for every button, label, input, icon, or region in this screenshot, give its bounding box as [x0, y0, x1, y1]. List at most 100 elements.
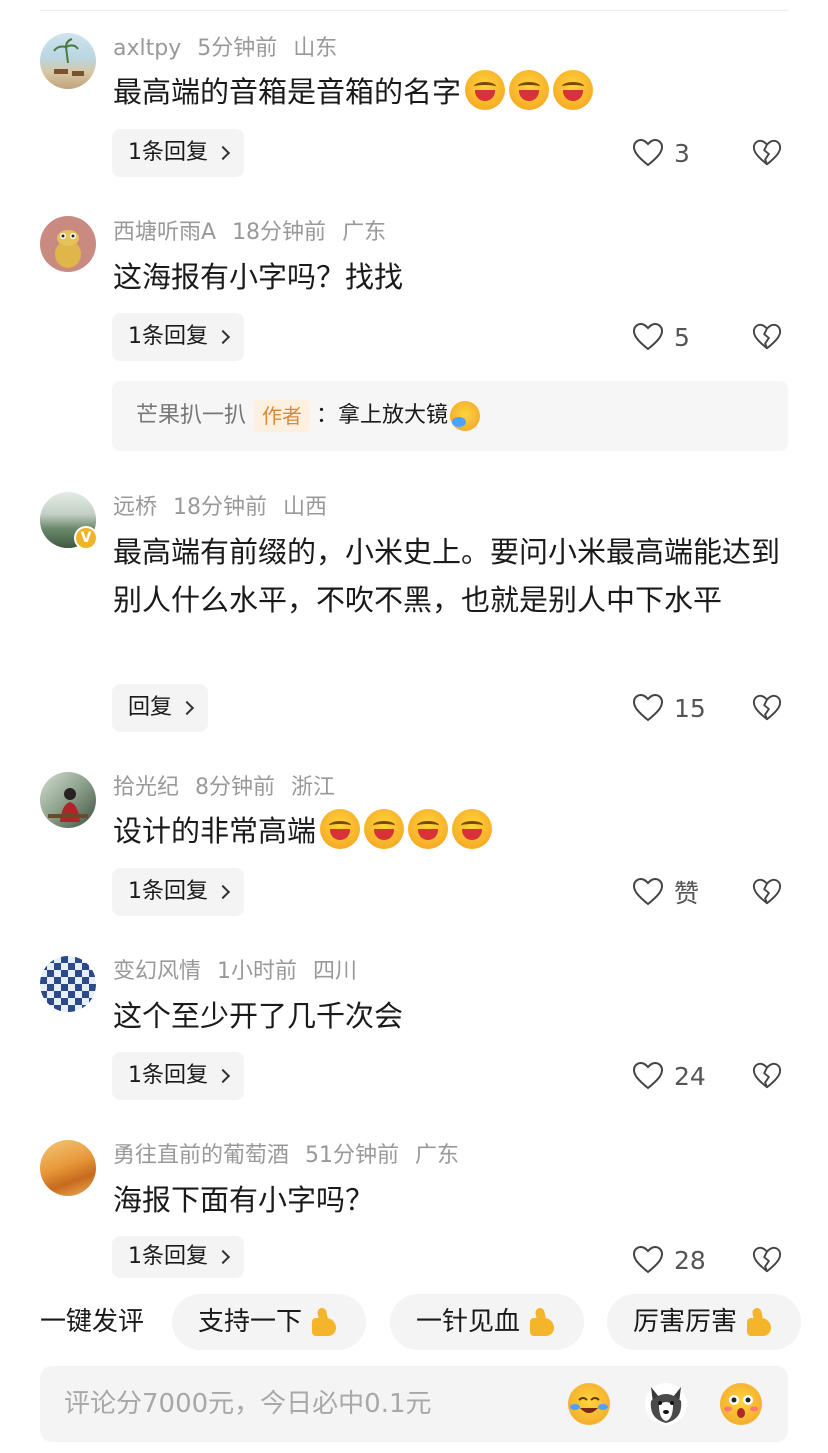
user-avatar[interactable] [40, 956, 96, 1012]
user-avatar[interactable] [40, 1140, 96, 1196]
view-replies-button[interactable]: 1条回复 [112, 313, 244, 361]
broken-heart-icon [752, 139, 782, 166]
user-avatar[interactable] [40, 216, 96, 272]
comment-location: 广东 [342, 220, 387, 245]
grinning-face-icon [553, 70, 594, 110]
grinning-face-icon [509, 70, 550, 110]
heart-icon [632, 1245, 664, 1274]
user-avatar[interactable] [40, 772, 96, 828]
comment-text: 设计的非常高端 [113, 807, 784, 855]
thumbs-up-icon [526, 1306, 558, 1338]
user-avatar[interactable]: V [40, 492, 98, 550]
view-replies-button[interactable]: 1条回复 [112, 1052, 244, 1100]
dislike-button[interactable] [752, 868, 784, 916]
like-button[interactable]: 15 [632, 684, 706, 732]
comment-meta: 西塘听雨A 18分钟前 广东 [113, 218, 402, 248]
like-button[interactable]: 3 [632, 129, 690, 177]
like-count: 24 [674, 1061, 706, 1091]
comment-text: 海报下面有小字吗？ [113, 1176, 784, 1224]
reply-button[interactable]: 回复 [112, 684, 209, 732]
top-divider [40, 10, 788, 11]
broken-heart-icon [752, 1062, 782, 1089]
heart-icon [632, 138, 664, 167]
husky-dog-face-icon[interactable] [645, 1383, 687, 1425]
username[interactable]: 勇往直前的葡萄酒 [113, 1143, 289, 1168]
comment-body: 这海报有小字吗？找找 [113, 260, 404, 294]
dislike-button[interactable] [752, 684, 784, 732]
sweating-face-icon [450, 401, 481, 431]
dislike-button[interactable] [752, 1052, 784, 1100]
dislike-button[interactable] [752, 313, 784, 361]
view-replies-button[interactable]: 1条回复 [112, 1236, 244, 1278]
quick-chip-support[interactable]: 支持一下 [172, 1294, 367, 1350]
comment-body: 海报下面有小字吗？ [113, 1183, 375, 1217]
grinning-face-icon [320, 809, 361, 849]
like-button[interactable]: 赞 [632, 868, 699, 916]
crying-laughing-face-icon[interactable] [568, 1383, 610, 1425]
comment-time: 1小时前 [217, 959, 298, 984]
quick-chip-insightful[interactable]: 一针见血 [390, 1294, 585, 1350]
heart-icon [632, 877, 664, 906]
like-button[interactable]: 5 [632, 313, 690, 361]
author-tag: 作者 [254, 400, 311, 432]
comment-body: 最高端有前缀的，小米史上。要问小米最高端能达到别人什么水平，不吹不黑，也就是别人… [113, 535, 781, 617]
reply-label: 1条回复 [128, 324, 208, 349]
username[interactable]: 拾光纪 [113, 775, 179, 800]
chevron-right-icon [215, 145, 231, 161]
username[interactable]: axltpy [113, 36, 181, 61]
thumbs-up-icon [743, 1306, 775, 1338]
verified-badge: V [74, 526, 98, 550]
comment-input[interactable]: 评论分7000元，今日必中0.1元 [40, 1366, 788, 1442]
like-count: 28 [674, 1245, 706, 1275]
chevron-right-icon [215, 884, 231, 900]
reply-text: ：拿上放大镜 [316, 403, 449, 428]
like-button[interactable]: 24 [632, 1052, 706, 1100]
reply-label: 回复 [128, 695, 173, 720]
comment-location: 山东 [293, 36, 338, 61]
quick-chip-awesome[interactable]: 厉害厉害 [607, 1294, 802, 1350]
chip-label: 厉害厉害 [633, 1307, 738, 1337]
username[interactable]: 变幻风情 [113, 959, 201, 984]
comment-meta: 拾光纪 8分钟前 浙江 [113, 773, 351, 803]
broken-heart-icon [752, 878, 782, 905]
dislike-button[interactable] [752, 129, 784, 177]
flushed-face-icon[interactable] [720, 1383, 762, 1425]
broken-heart-icon [752, 1246, 782, 1273]
grinning-face-icon [465, 70, 506, 110]
comment-time: 5分钟前 [197, 36, 278, 61]
like-button[interactable]: 28 [632, 1236, 706, 1284]
comment-time: 51分钟前 [305, 1143, 400, 1168]
quick-comment-label: 一键发评 [40, 1307, 145, 1337]
comment-location: 山西 [283, 495, 328, 520]
username[interactable]: 远桥 [113, 495, 157, 520]
reply-label: 1条回复 [128, 140, 208, 165]
heart-icon [632, 322, 664, 351]
like-count: 赞 [674, 879, 700, 908]
reply-label: 1条回复 [128, 1244, 208, 1269]
reply-author[interactable]: 芒果扒一扒 [136, 381, 246, 451]
view-replies-button[interactable]: 1条回复 [112, 868, 244, 916]
author-reply[interactable]: 芒果扒一扒 作者 ：拿上放大镜 [112, 381, 788, 451]
username[interactable]: 西塘听雨A [113, 220, 216, 245]
heart-icon [632, 1061, 664, 1090]
chevron-right-icon [215, 1068, 231, 1084]
comment-meta: 变幻风情 1小时前 四川 [113, 957, 373, 987]
comment-text: 这海报有小字吗？找找 [113, 253, 784, 301]
like-count: 5 [674, 322, 690, 352]
chip-label: 支持一下 [198, 1307, 303, 1337]
comment-body: 这个至少开了几千次会 [113, 999, 404, 1033]
user-avatar[interactable] [40, 33, 96, 89]
comment-meta: 远桥 18分钟前 山西 [113, 493, 343, 523]
chevron-right-icon [179, 700, 195, 716]
heart-icon [632, 693, 664, 722]
comment-location: 浙江 [291, 775, 336, 800]
broken-heart-icon [752, 323, 782, 350]
comment-text: 最高端有前缀的，小米史上。要问小米最高端能达到别人什么水平，不吹不黑，也就是别人… [113, 528, 784, 624]
reply-label: 1条回复 [128, 1063, 208, 1088]
grinning-face-icon [452, 809, 493, 849]
view-replies-button[interactable]: 1条回复 [112, 129, 244, 177]
grinning-face-icon [408, 809, 449, 849]
comment-text: 这个至少开了几千次会 [113, 992, 784, 1040]
dislike-button[interactable] [752, 1236, 784, 1284]
comment-body: 设计的非常高端 [113, 814, 317, 848]
